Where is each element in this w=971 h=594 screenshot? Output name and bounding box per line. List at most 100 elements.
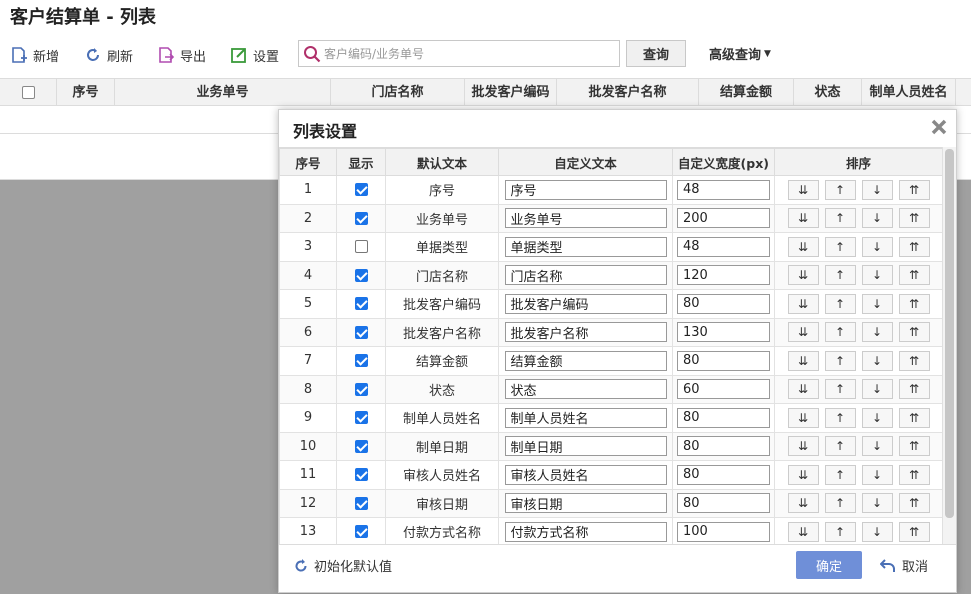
visible-checkbox[interactable] (354, 211, 368, 225)
visible-checkbox[interactable] (354, 325, 368, 339)
move-down-button[interactable]: ↓ (861, 493, 893, 514)
custom-width-input[interactable] (677, 265, 770, 286)
select-all-checkbox[interactable] (22, 86, 35, 99)
custom-width-input[interactable] (677, 464, 770, 485)
custom-text-input[interactable] (504, 322, 667, 343)
close-icon[interactable] (930, 118, 948, 136)
move-up-button[interactable]: ↑ (824, 179, 856, 200)
scrollbar-thumb[interactable] (945, 149, 954, 518)
custom-width-input[interactable] (677, 407, 770, 428)
move-up-button[interactable]: ↑ (824, 464, 856, 485)
move-bottom-button[interactable]: ⇊ (787, 493, 819, 514)
custom-text-input[interactable] (504, 350, 667, 371)
custom-width-input[interactable] (677, 236, 770, 257)
custom-width-input[interactable] (677, 208, 770, 229)
move-down-button[interactable]: ↓ (861, 407, 893, 428)
custom-width-input[interactable] (677, 350, 770, 371)
visible-checkbox[interactable] (354, 354, 368, 368)
vertical-scrollbar[interactable] (942, 147, 956, 544)
move-down-button[interactable]: ↓ (861, 208, 893, 229)
visible-checkbox[interactable] (354, 268, 368, 282)
move-top-button[interactable]: ⇈ (898, 521, 930, 542)
grid-header-cell[interactable]: 制单人员姓名 (862, 79, 956, 106)
move-top-button[interactable]: ⇈ (898, 265, 930, 286)
custom-text-input[interactable] (504, 379, 667, 400)
grid-header-cell[interactable]: 结算金额 (699, 79, 794, 106)
move-down-button[interactable]: ↓ (861, 379, 893, 400)
move-top-button[interactable]: ⇈ (898, 322, 930, 343)
search-input[interactable] (324, 46, 604, 61)
settings-button[interactable]: 设置 (230, 42, 279, 68)
move-top-button[interactable]: ⇈ (898, 464, 930, 485)
move-bottom-button[interactable]: ⇊ (787, 322, 819, 343)
custom-width-input[interactable] (677, 179, 770, 200)
move-up-button[interactable]: ↑ (824, 407, 856, 428)
move-top-button[interactable]: ⇈ (898, 293, 930, 314)
move-bottom-button[interactable]: ⇊ (787, 350, 819, 371)
visible-checkbox[interactable] (354, 496, 368, 510)
move-down-button[interactable]: ↓ (861, 436, 893, 457)
move-top-button[interactable]: ⇈ (898, 493, 930, 514)
move-up-button[interactable]: ↑ (824, 493, 856, 514)
move-bottom-button[interactable]: ⇊ (787, 464, 819, 485)
move-down-button[interactable]: ↓ (861, 236, 893, 257)
move-down-button[interactable]: ↓ (861, 464, 893, 485)
move-bottom-button[interactable]: ⇊ (787, 236, 819, 257)
custom-text-input[interactable] (504, 265, 667, 286)
move-up-button[interactable]: ↑ (824, 265, 856, 286)
move-down-button[interactable]: ↓ (861, 265, 893, 286)
refresh-button[interactable]: 刷新 (84, 42, 133, 68)
move-down-button[interactable]: ↓ (861, 179, 893, 200)
move-down-button[interactable]: ↓ (861, 350, 893, 371)
custom-text-input[interactable] (504, 179, 667, 200)
custom-text-input[interactable] (504, 293, 667, 314)
visible-checkbox[interactable] (354, 525, 368, 539)
grid-header-cell[interactable]: 业务单号 (115, 79, 331, 106)
move-up-button[interactable]: ↑ (824, 293, 856, 314)
custom-width-input[interactable] (677, 379, 770, 400)
query-button[interactable]: 查询 (626, 40, 686, 67)
cancel-button[interactable]: 取消 (880, 556, 928, 575)
custom-width-input[interactable] (677, 293, 770, 314)
custom-width-input[interactable] (677, 436, 770, 457)
move-up-button[interactable]: ↑ (824, 521, 856, 542)
export-button[interactable]: 导出 (157, 42, 206, 68)
move-up-button[interactable]: ↑ (824, 379, 856, 400)
custom-text-input[interactable] (504, 236, 667, 257)
custom-text-input[interactable] (504, 208, 667, 229)
visible-checkbox[interactable] (354, 411, 368, 425)
visible-checkbox[interactable] (354, 183, 368, 197)
custom-text-input[interactable] (504, 407, 667, 428)
move-top-button[interactable]: ⇈ (898, 236, 930, 257)
visible-checkbox[interactable] (354, 297, 368, 311)
visible-checkbox[interactable] (354, 439, 368, 453)
move-bottom-button[interactable]: ⇊ (787, 179, 819, 200)
move-bottom-button[interactable]: ⇊ (787, 436, 819, 457)
visible-checkbox[interactable] (354, 468, 368, 482)
move-down-button[interactable]: ↓ (861, 521, 893, 542)
move-bottom-button[interactable]: ⇊ (787, 208, 819, 229)
move-top-button[interactable]: ⇈ (898, 436, 930, 457)
custom-width-input[interactable] (677, 521, 770, 542)
move-up-button[interactable]: ↑ (824, 350, 856, 371)
move-bottom-button[interactable]: ⇊ (787, 521, 819, 542)
move-bottom-button[interactable]: ⇊ (787, 265, 819, 286)
grid-header-cell[interactable]: 批发客户名称 (557, 79, 699, 106)
move-up-button[interactable]: ↑ (824, 208, 856, 229)
move-bottom-button[interactable]: ⇊ (787, 293, 819, 314)
move-down-button[interactable]: ↓ (861, 322, 893, 343)
move-top-button[interactable]: ⇈ (898, 407, 930, 428)
move-up-button[interactable]: ↑ (824, 236, 856, 257)
grid-header-cell[interactable]: 门店名称 (331, 79, 465, 106)
grid-header-cell[interactable]: 批发客户编码 (465, 79, 557, 106)
move-up-button[interactable]: ↑ (824, 436, 856, 457)
custom-text-input[interactable] (504, 493, 667, 514)
custom-width-input[interactable] (677, 322, 770, 343)
move-down-button[interactable]: ↓ (861, 293, 893, 314)
move-top-button[interactable]: ⇈ (898, 379, 930, 400)
move-up-button[interactable]: ↑ (824, 322, 856, 343)
grid-header-cell[interactable]: 序号 (57, 79, 115, 106)
custom-width-input[interactable] (677, 493, 770, 514)
custom-text-input[interactable] (504, 464, 667, 485)
reset-defaults-button[interactable]: 初始化默认值 (293, 556, 392, 575)
